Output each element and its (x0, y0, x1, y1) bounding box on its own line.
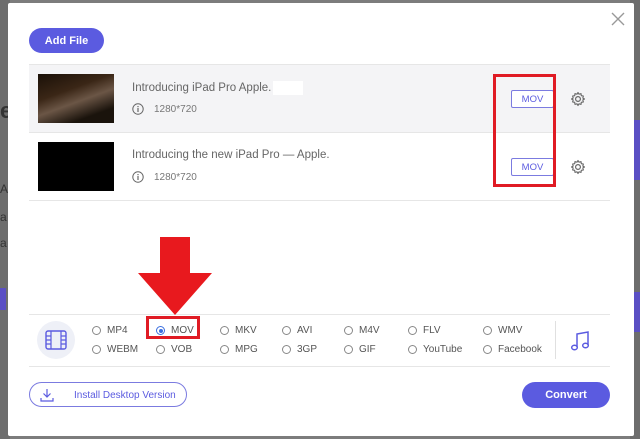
install-desktop-button[interactable]: Install Desktop Version (29, 382, 187, 407)
format-option-3gp[interactable]: 3GP (282, 344, 317, 355)
format-label: VOB (171, 344, 193, 355)
radio-icon[interactable] (92, 345, 101, 354)
format-panel: MP4 MOV MKV AVI M4V FLV WMV WEBM VOB MPG 3GP GIF You… (29, 314, 610, 367)
download-icon (40, 389, 54, 402)
radio-icon[interactable] (220, 326, 229, 335)
format-option-mpg[interactable]: MPG (220, 344, 258, 355)
film-icon (45, 330, 67, 350)
divider (555, 321, 556, 359)
radio-icon[interactable] (344, 345, 353, 354)
gear-icon[interactable] (570, 91, 586, 107)
video-thumbnail (38, 74, 114, 123)
video-thumbnail (38, 142, 114, 191)
format-label: GIF (359, 344, 376, 355)
format-label: YouTube (423, 344, 463, 355)
radio-icon[interactable] (220, 345, 229, 354)
add-file-button[interactable]: Add File (29, 28, 104, 53)
close-icon[interactable] (609, 10, 627, 28)
radio-icon[interactable] (483, 326, 492, 335)
backdrop-letter: A (0, 182, 9, 196)
info-icon[interactable] (132, 103, 144, 115)
redaction-mask (273, 81, 304, 95)
radio-icon[interactable] (282, 326, 291, 335)
format-option-m4v[interactable]: M4V (344, 325, 380, 336)
format-option-youtube[interactable]: YouTube (408, 344, 462, 355)
info-icon[interactable] (132, 171, 144, 183)
format-label: AVI (297, 325, 313, 336)
format-label: Facebook (498, 344, 542, 355)
format-label: MPG (235, 344, 258, 355)
file-title: Introducing iPad Pro Apple. (132, 81, 304, 95)
converter-dialog: Add File Introducing iPad Pro Apple. 128… (8, 3, 634, 436)
radio-icon[interactable] (92, 326, 101, 335)
file-resolution: 1280*720 (154, 104, 197, 115)
convert-button[interactable]: Convert (522, 382, 610, 408)
backdrop-letter: a (0, 210, 7, 224)
format-column-highlight (493, 74, 556, 187)
format-option-wmv[interactable]: WMV (483, 325, 522, 336)
file-title: Introducing the new iPad Pro — Apple. (132, 149, 330, 161)
file-resolution: 1280*720 (154, 172, 197, 183)
format-label: 3GP (297, 344, 318, 355)
arrow-down-icon (138, 237, 212, 315)
format-option-vob[interactable]: VOB (156, 344, 192, 355)
install-label: Install Desktop Version (74, 390, 176, 401)
format-label: MKV (235, 325, 257, 336)
radio-icon[interactable] (408, 345, 417, 354)
format-label: MP4 (107, 325, 128, 336)
backdrop-edge (634, 120, 640, 180)
gear-icon[interactable] (570, 159, 586, 175)
video-format-tab[interactable] (37, 321, 75, 359)
mov-option-highlight (146, 316, 200, 339)
music-icon[interactable] (569, 330, 591, 352)
format-label: FLV (423, 325, 441, 336)
format-label: WMV (498, 325, 523, 336)
backdrop-letter: a (0, 236, 7, 250)
format-option-facebook[interactable]: Facebook (483, 344, 542, 355)
format-option-flv[interactable]: FLV (408, 325, 441, 336)
radio-icon[interactable] (344, 326, 353, 335)
backdrop-edge (634, 292, 640, 332)
format-option-webm[interactable]: WEBM (92, 344, 138, 355)
radio-icon[interactable] (282, 345, 291, 354)
format-label: M4V (359, 325, 380, 336)
format-label: WEBM (107, 344, 139, 355)
backdrop-button-edge (0, 288, 6, 310)
format-option-avi[interactable]: AVI (282, 325, 312, 336)
format-option-gif[interactable]: GIF (344, 344, 376, 355)
radio-icon[interactable] (156, 345, 165, 354)
radio-icon[interactable] (408, 326, 417, 335)
format-option-mp4[interactable]: MP4 (92, 325, 128, 336)
format-option-mkv[interactable]: MKV (220, 325, 257, 336)
radio-icon[interactable] (483, 345, 492, 354)
